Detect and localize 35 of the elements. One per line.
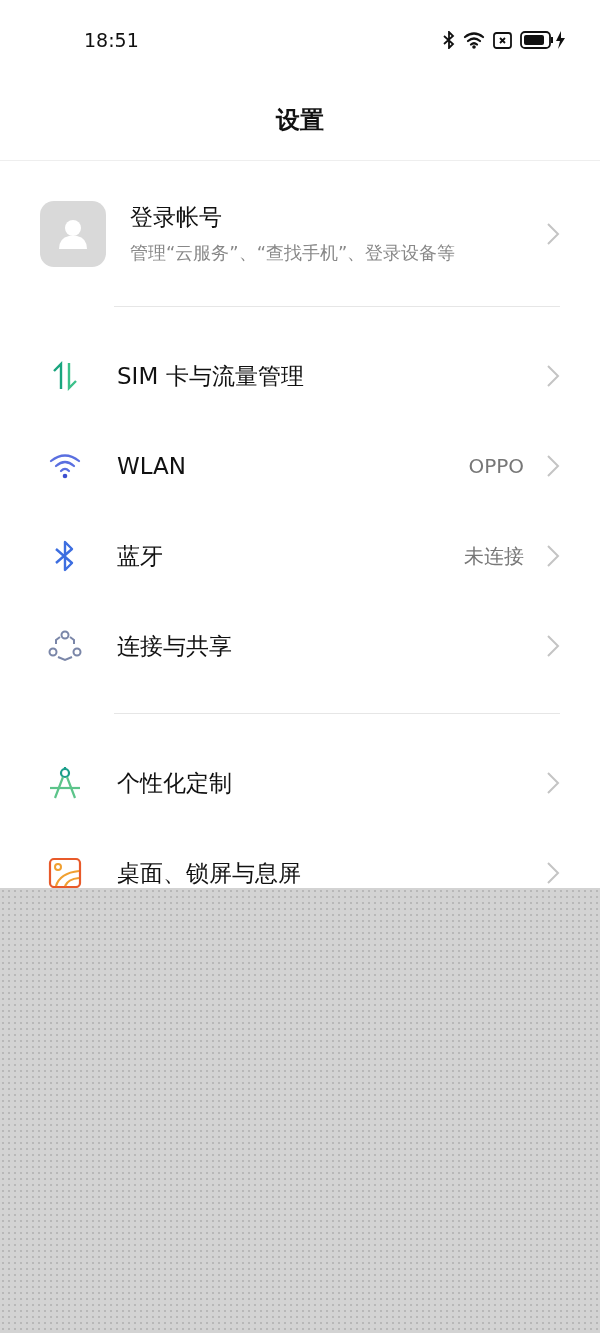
- chevron-icon: [546, 221, 560, 246]
- chevron-icon: [546, 771, 560, 795]
- compass-icon: [49, 766, 81, 800]
- row-label: 蓝牙: [117, 541, 164, 571]
- chevron-icon: [546, 364, 560, 388]
- row-label: 桌面、锁屏与息屏: [117, 858, 302, 888]
- chevron-icon: [546, 861, 560, 885]
- row-label: 连接与共享: [117, 631, 233, 661]
- row-label: WLAN: [117, 453, 188, 479]
- chevron-icon: [546, 544, 560, 568]
- settings-row[interactable]: 连接与共享: [0, 601, 600, 691]
- status-time: 18:51: [84, 29, 139, 51]
- row-value: 未连接: [464, 542, 524, 570]
- sim-error-icon: [493, 31, 512, 49]
- row-label: SIM 卡与流量管理: [117, 361, 305, 391]
- page-title: 设置: [276, 105, 324, 136]
- settings-row[interactable]: SIM 卡与流量管理: [0, 331, 600, 421]
- wifi-icon: [463, 31, 485, 49]
- account-subtitle: 管理“云服务”、“查找手机”、登录设备等: [130, 241, 457, 265]
- settings-row[interactable]: WLAN OPPO: [0, 421, 600, 511]
- settings-row[interactable]: 桌面、锁屏与息屏: [0, 828, 600, 888]
- avatar-icon: [40, 200, 106, 267]
- bluetooth-icon: [443, 31, 455, 49]
- settings-row[interactable]: 蓝牙 未连接: [0, 511, 600, 601]
- account-row[interactable]: 登录帐号 管理“云服务”、“查找手机”、登录设备等: [0, 161, 600, 306]
- settings-row[interactable]: 个性化定制: [0, 738, 600, 828]
- row-label: 个性化定制: [117, 768, 233, 798]
- wallpaper-icon: [48, 857, 82, 888]
- share-icon: [48, 630, 82, 662]
- wifi-icon: [49, 453, 81, 479]
- row-value: OPPO: [468, 454, 524, 478]
- battery-charging-icon: [520, 30, 566, 50]
- account-title: 登录帐号: [130, 203, 223, 232]
- chevron-icon: [546, 454, 560, 478]
- chevron-icon: [546, 634, 560, 658]
